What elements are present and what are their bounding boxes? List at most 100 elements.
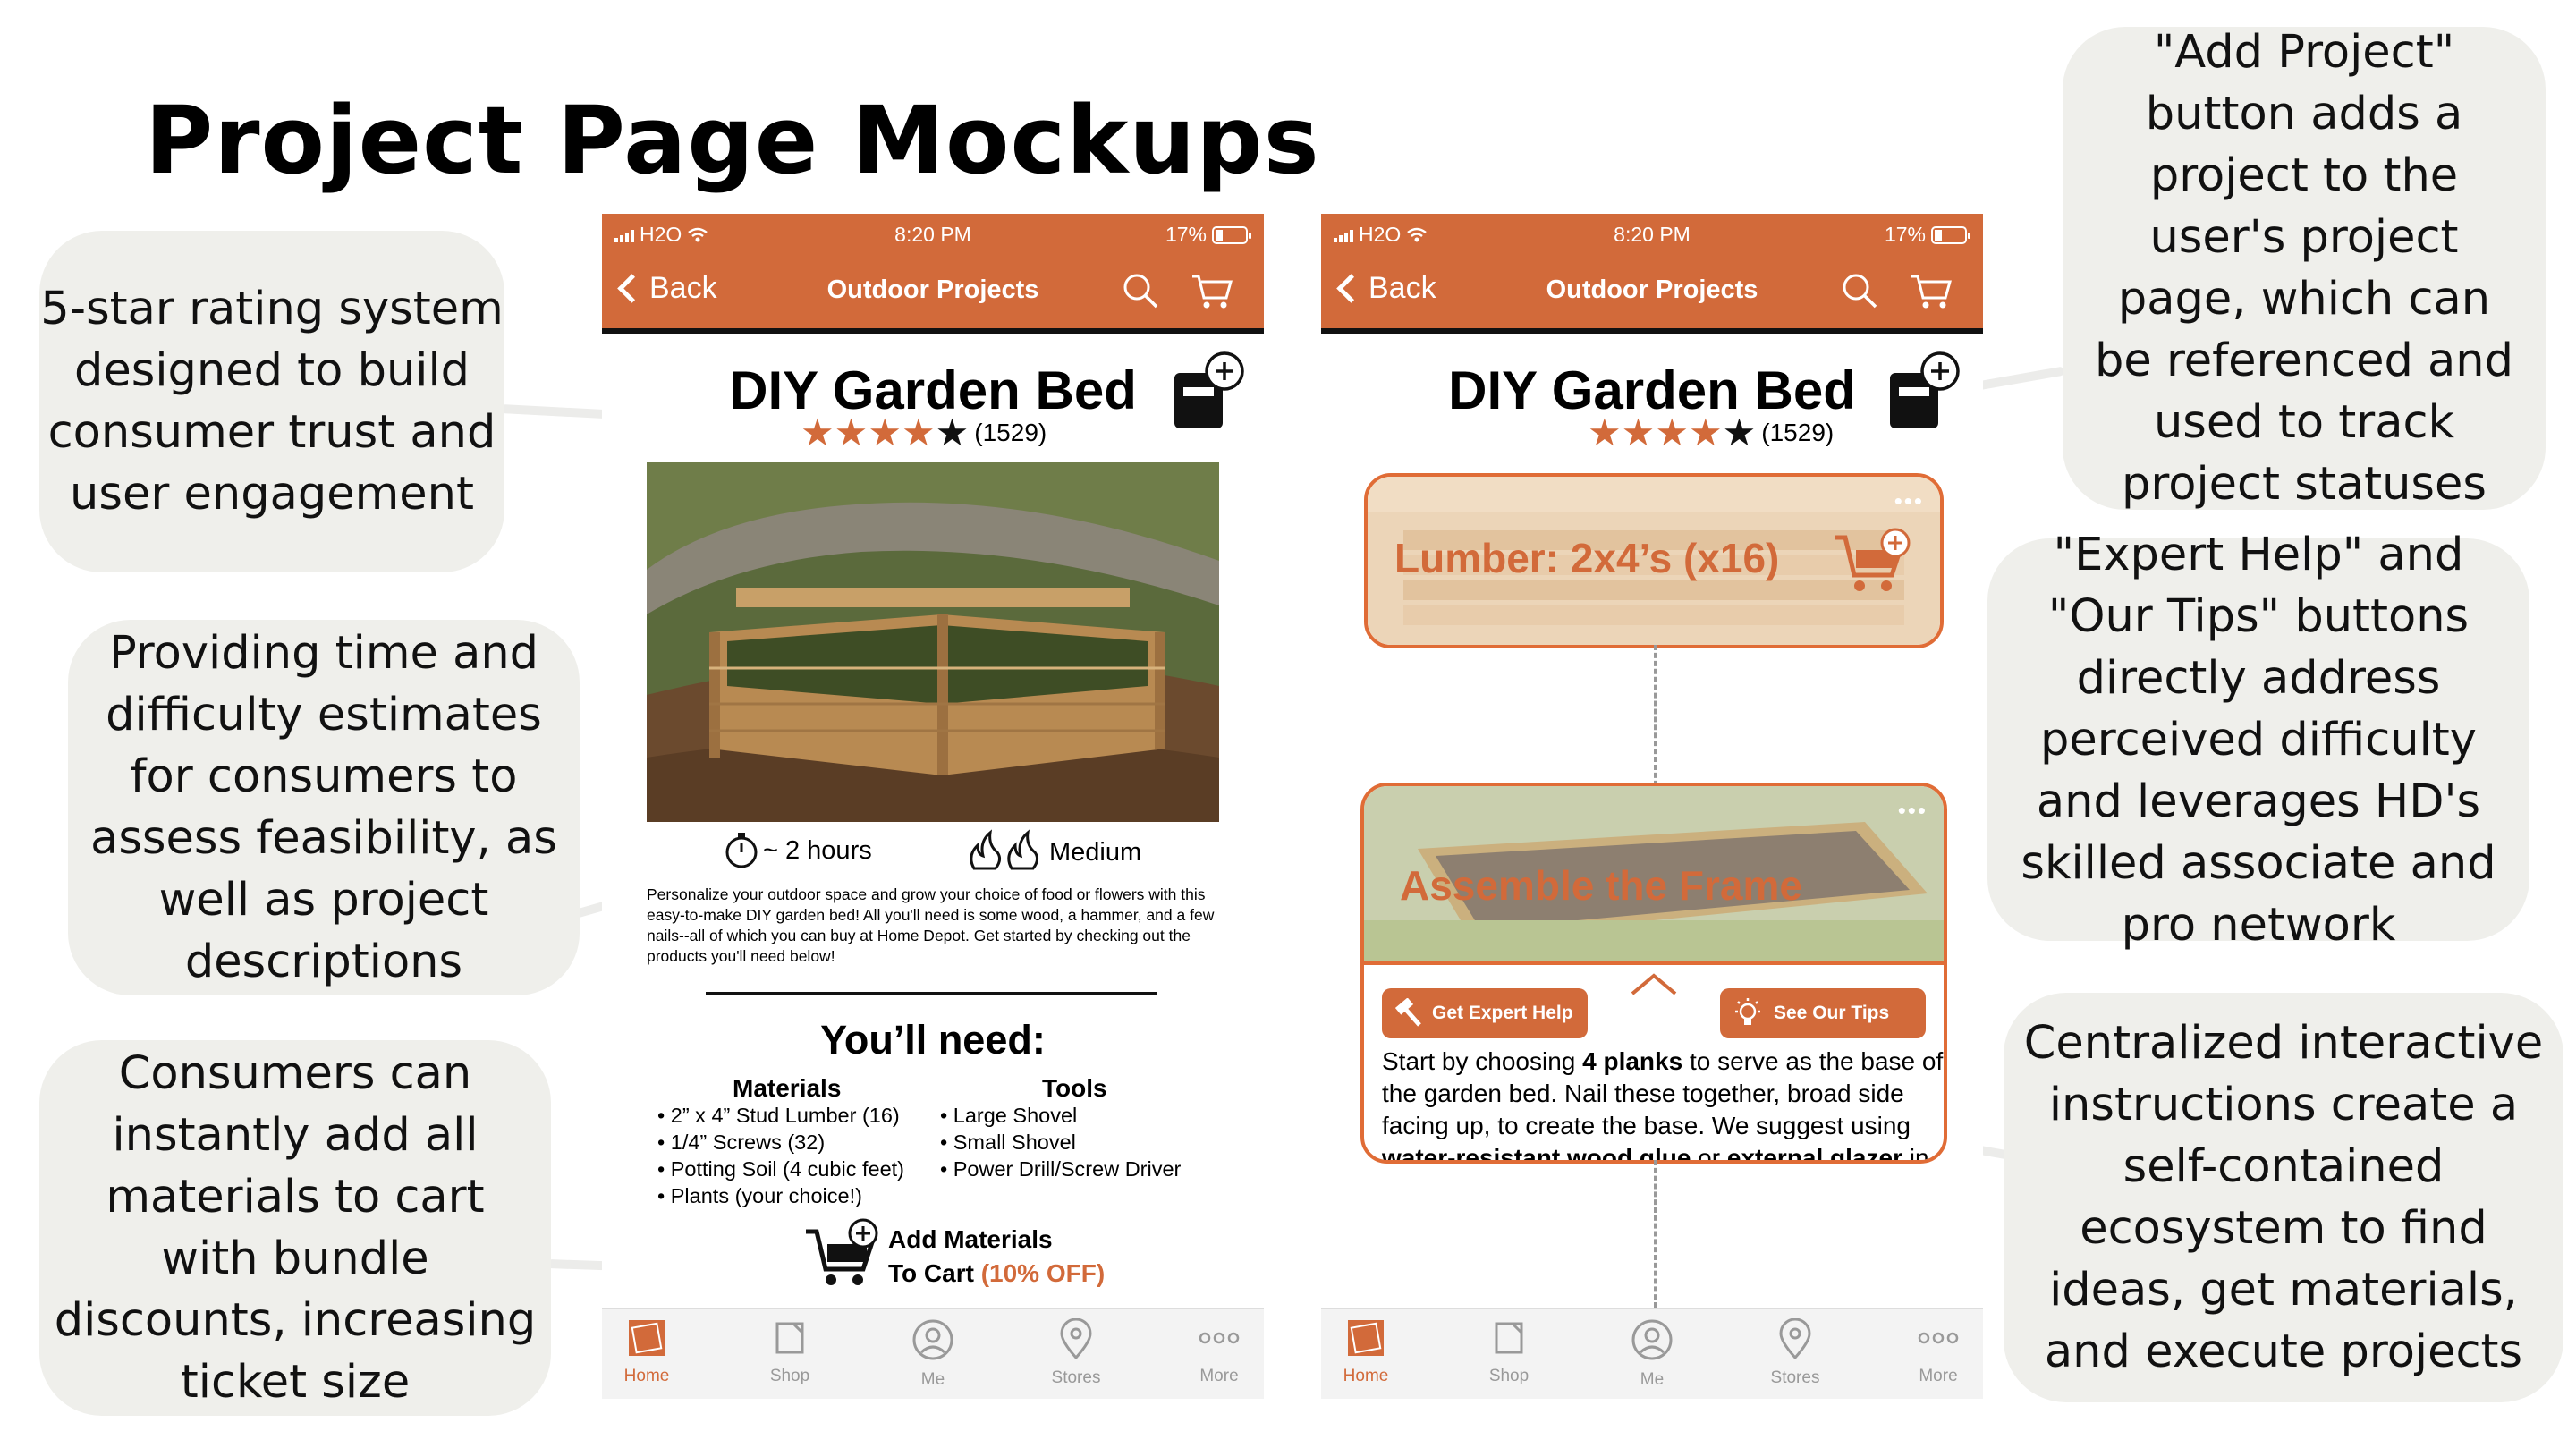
tab-home[interactable]: Home — [602, 1318, 691, 1386]
material-item: • 1/4” Screws (32) — [657, 1130, 826, 1154]
add-materials-button[interactable]: Add Materials To Cart (10% OFF) — [888, 1223, 1105, 1291]
star-icon: ★ — [834, 411, 869, 453]
stopwatch-icon — [725, 833, 758, 868]
tab-stores[interactable]: Stores — [1031, 1317, 1121, 1388]
callout-ecosystem: Centralized interactive instructions cre… — [2004, 993, 2563, 1402]
star-empty-icon: ★ — [1722, 411, 1757, 453]
add-to-cart-icon[interactable] — [1833, 525, 1915, 597]
material-item: • Potting Soil (4 cubic feet) — [657, 1157, 904, 1181]
nav-bar: Back Outdoor Projects — [1321, 258, 1983, 321]
search-icon[interactable] — [1840, 271, 1879, 310]
rating-count: (1529) — [1761, 419, 1835, 446]
tab-bar: Home Shop Me Stores More — [602, 1308, 1264, 1399]
nav-title: Outdoor Projects — [826, 275, 1039, 304]
lightbulb-icon — [1735, 998, 1760, 1025]
step-card-assemble-frame[interactable]: ••• Assemble the Frame Get Expert Help S… — [1360, 783, 1947, 1164]
tag-icon — [1495, 1322, 1523, 1354]
tab-me[interactable]: Me — [888, 1318, 978, 1390]
tab-more[interactable]: More — [1894, 1318, 1983, 1386]
star-icon: ★ — [901, 411, 936, 453]
header-divider — [1321, 328, 1983, 334]
rating-stars[interactable]: ★ ★ ★ ★ ★ (1529) — [1588, 414, 1834, 452]
step-card-lumber[interactable]: ••• Lumber: 2x4’s (x16) — [1364, 473, 1944, 648]
card-divider — [1364, 961, 1944, 965]
callout-estimates: Providing time and difficulty estimates … — [68, 620, 580, 995]
cart-icon[interactable] — [1910, 271, 1953, 310]
lumber-label: Lumber: 2x4’s (x16) — [1394, 535, 1780, 581]
tab-me[interactable]: Me — [1607, 1318, 1697, 1390]
callout-expert-help: "Expert Help" and "Our Tips" buttons dir… — [1987, 529, 2529, 952]
rating-stars[interactable]: ★ ★ ★ ★ ★ (1529) — [801, 414, 1046, 452]
battery-percent: 17% — [1884, 223, 1926, 246]
project-description: Personalize your outdoor space and grow … — [647, 885, 1215, 965]
instruction-emphasis: water-resistant wood glue — [1382, 1144, 1691, 1164]
home-depot-logo-icon — [629, 1320, 665, 1356]
battery-percent: 17% — [1165, 223, 1207, 246]
more-options-icon[interactable]: ••• — [1894, 487, 1924, 515]
user-icon — [912, 1319, 953, 1360]
cart-icon[interactable] — [1191, 271, 1233, 310]
tab-home[interactable]: Home — [1321, 1318, 1411, 1386]
to-cart-label: To Cart — [888, 1259, 974, 1287]
section-divider — [706, 992, 1157, 995]
instruction-text: Start by choosing — [1382, 1047, 1583, 1075]
app-header: H2O 8:20 PM 17% Back Outdoor Projects — [1321, 214, 1983, 328]
tab-stores[interactable]: Stores — [1750, 1317, 1840, 1388]
youll-need-heading: You’ll need: — [820, 1017, 1046, 1063]
see-our-tips-button[interactable]: See Our Tips — [1720, 988, 1926, 1038]
battery-icon — [1931, 225, 1970, 244]
tool-item: • Large Shovel — [940, 1104, 1078, 1127]
phone-project-steps: H2O 8:20 PM 17% Back Outdoor Projects DI… — [1321, 214, 1983, 1399]
status-bar: H2O 8:20 PM 17% — [1321, 214, 1983, 253]
app-header: H2O 8:20 PM 17% Back Outdoor Projects — [602, 214, 1264, 328]
tab-more[interactable]: More — [1174, 1318, 1264, 1386]
slide-title: Project Page Mockups — [145, 86, 1320, 195]
instruction-text: or — [1690, 1144, 1727, 1164]
add-project-button[interactable] — [1886, 348, 1967, 434]
tag-icon — [775, 1322, 804, 1354]
rating-count: (1529) — [974, 419, 1047, 446]
step-title: Assemble the Frame — [1400, 862, 1802, 909]
callout-add-project: "Add Project" button adds a project to t… — [2063, 26, 2546, 511]
tool-item: • Power Drill/Screw Driver — [940, 1157, 1182, 1181]
step-instructions: Start by choosing 4 planks to serve as t… — [1382, 1046, 1944, 1164]
star-empty-icon: ★ — [935, 411, 970, 453]
material-item: • Plants (your choice!) — [657, 1184, 862, 1207]
star-icon: ★ — [801, 411, 835, 453]
star-icon: ★ — [1588, 411, 1622, 453]
hammer-icon — [1394, 998, 1421, 1027]
tab-shop[interactable]: Shop — [745, 1318, 835, 1386]
tools-list: • Large Shovel • Small Shovel • Power Dr… — [940, 1102, 1181, 1182]
add-materials-label: Add Materials — [888, 1225, 1053, 1253]
add-project-button[interactable] — [1171, 348, 1251, 434]
star-icon: ★ — [868, 411, 902, 453]
instruction-emphasis: 4 planks — [1582, 1047, 1683, 1075]
location-pin-icon — [1779, 1317, 1811, 1360]
chevron-up-icon[interactable] — [1627, 970, 1681, 999]
time-estimate: ~ 2 hours — [763, 836, 872, 865]
materials-heading: Materials — [733, 1074, 842, 1102]
battery-icon — [1212, 225, 1251, 244]
header-divider — [602, 328, 1264, 334]
star-icon: ★ — [1688, 411, 1723, 453]
callout-bundle: Consumers can instantly add all material… — [39, 1040, 551, 1416]
difficulty-label: Medium — [1049, 838, 1142, 867]
add-to-cart-icon[interactable] — [804, 1217, 885, 1289]
callout-rating: 5-star rating system designed to build c… — [39, 231, 504, 572]
phone-project-overview: H2O 8:20 PM 17% Back Outdoor Projects DI… — [602, 214, 1264, 1399]
flame-icon — [970, 829, 1039, 870]
garden-bed-photo — [647, 462, 1219, 822]
more-dots-icon — [1199, 1332, 1240, 1344]
search-icon[interactable] — [1121, 271, 1160, 310]
location-pin-icon — [1060, 1317, 1092, 1360]
step-connector-line — [1654, 1160, 1657, 1308]
materials-list: • 2” x 4” Stud Lumber (16) • 1/4” Screws… — [657, 1102, 904, 1209]
nav-bar: Back Outdoor Projects — [602, 258, 1264, 321]
more-options-icon[interactable]: ••• — [1898, 797, 1928, 825]
tab-shop[interactable]: Shop — [1464, 1318, 1554, 1386]
material-item: • 2” x 4” Stud Lumber (16) — [657, 1104, 900, 1127]
tool-item: • Small Shovel — [940, 1130, 1076, 1154]
user-icon — [1631, 1319, 1673, 1360]
get-expert-help-button[interactable]: Get Expert Help — [1382, 988, 1588, 1038]
instruction-emphasis: external glazer — [1726, 1144, 1902, 1164]
